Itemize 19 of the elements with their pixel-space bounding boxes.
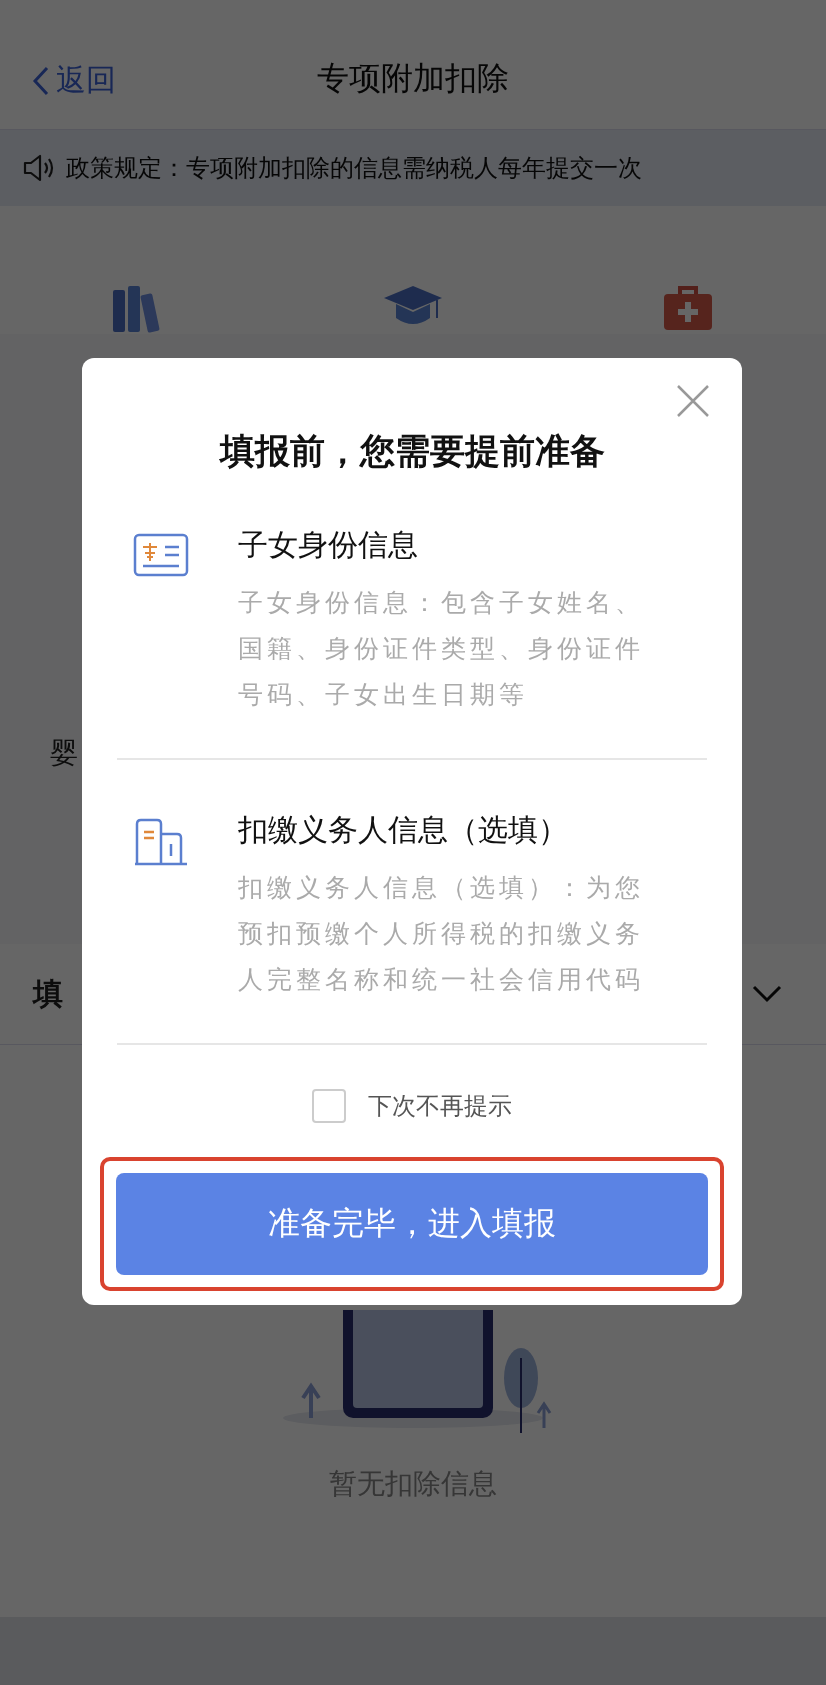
page-title: 专项附加扣除	[317, 58, 509, 99]
confirm-button[interactable]: 准备完毕，进入填报	[116, 1173, 708, 1275]
checkbox[interactable]	[312, 1089, 346, 1123]
notice-text: 政策规定：专项附加扣除的信息需纳税人每年提交一次	[66, 153, 642, 184]
building-icon	[133, 818, 189, 866]
speaker-icon	[22, 153, 56, 183]
close-icon[interactable]	[676, 384, 710, 418]
back-link[interactable]: 返回	[32, 60, 116, 101]
dialog-title: 填报前，您需要提前准备	[218, 430, 606, 473]
row-label: 婴	[50, 735, 78, 771]
medical-kit-icon[interactable]	[662, 284, 715, 332]
item-title: 扣缴义务人信息（选填）	[238, 811, 569, 849]
item-title: 子女身份信息	[238, 526, 419, 564]
back-icon	[32, 65, 50, 96]
checkbox-label: 下次不再提示	[368, 1091, 512, 1122]
student-card-icon	[133, 533, 189, 577]
item-description: 扣缴义务人信息（选填）：为您预扣预缴个人所得税的扣缴义务人完整名称和统一社会信用代码	[238, 872, 645, 996]
item-description: 子女身份信息：包含子女姓名、国籍、身份证件类型、身份证件号码、子女出生日期等	[238, 587, 645, 711]
chevron-down-icon	[752, 985, 782, 1003]
